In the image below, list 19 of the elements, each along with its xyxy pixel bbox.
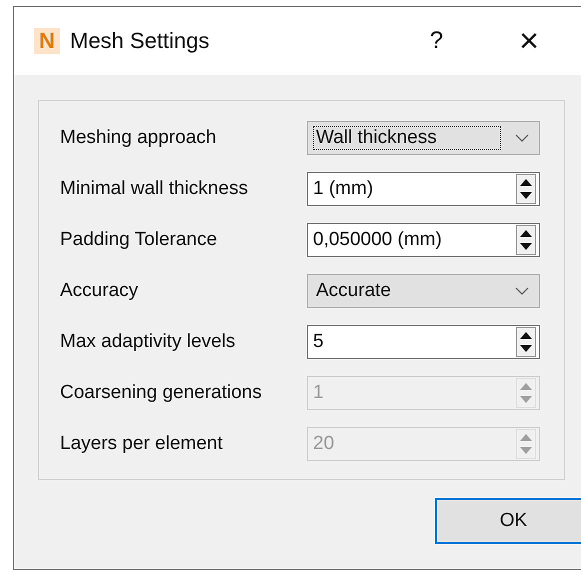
field-label: Meshing approach (60, 127, 218, 149)
dropdown[interactable]: Accurate (307, 274, 540, 308)
field-label: Accuracy (60, 280, 140, 302)
dropdown[interactable]: Wall thickness (307, 121, 540, 155)
field-label: Layers per element (60, 433, 224, 455)
close-button[interactable]: × (519, 24, 539, 58)
field-label: Padding Tolerance (60, 229, 218, 251)
field-label: Minimal wall thickness (60, 178, 249, 200)
help-button[interactable]: ? (430, 27, 444, 55)
app-logo: N (34, 28, 60, 54)
spin-box[interactable]: 5 (307, 325, 540, 359)
spin-box[interactable]: 1 (mm) (307, 172, 540, 206)
chevron-down-icon (515, 287, 529, 295)
field-label: Coarsening generations (60, 382, 263, 404)
field-label: Max adaptivity levels (60, 331, 236, 353)
chevron-down-icon (515, 134, 529, 142)
window-title: Mesh Settings (70, 28, 210, 54)
spin-box[interactable]: 0,050000 (mm) (307, 223, 540, 257)
ok-button[interactable]: OK (435, 498, 581, 544)
